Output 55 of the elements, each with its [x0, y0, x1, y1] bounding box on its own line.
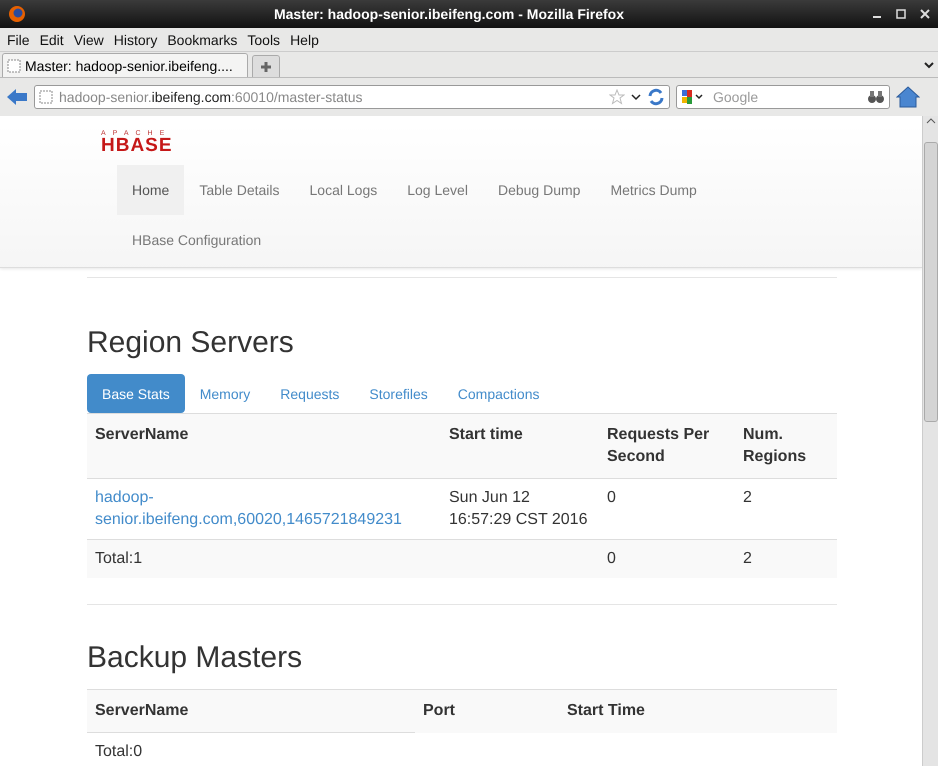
blank-page-icon	[39, 90, 53, 104]
nav-link[interactable]: Home	[117, 165, 184, 215]
menu-item[interactable]: View	[68, 32, 109, 48]
table-cell: 0	[607, 489, 616, 506]
menu-item[interactable]: Edit	[34, 32, 69, 48]
address-bar[interactable]: hadoop-senior.ibeifeng.com:60010/master-status	[34, 85, 670, 109]
menu-item[interactable]: Bookmarks	[162, 32, 242, 48]
table-cell: Total:0	[95, 743, 142, 760]
table-cell: 2	[743, 489, 752, 506]
plus-icon	[259, 60, 273, 74]
tab[interactable]: Base Stats	[87, 374, 185, 413]
nav-link[interactable]: Log Level	[392, 165, 483, 215]
column-header: ServerName	[87, 690, 415, 732]
search-field[interactable]: Google	[676, 85, 890, 109]
menu-item[interactable]: History	[108, 32, 162, 48]
tab[interactable]: Compactions	[442, 374, 554, 413]
column-header: Start Time	[559, 690, 837, 732]
tab[interactable]: Requests	[265, 374, 354, 413]
star-icon[interactable]	[609, 89, 625, 105]
scrollbar-thumb[interactable]	[924, 142, 938, 422]
menu-item[interactable]: File	[2, 32, 35, 48]
table-cell: Total:1	[95, 550, 142, 567]
blank-page-icon	[7, 58, 21, 72]
browser-tab[interactable]: Master: hadoop-senior.ibeifeng....	[2, 53, 248, 77]
section-heading: Region Servers	[87, 326, 295, 360]
window-title: Master: hadoop-senior.ibeifeng.com - Mozilla Firefox	[272, 6, 626, 22]
menu-item[interactable]: Tools	[242, 32, 286, 48]
column-header: Start time	[441, 414, 599, 478]
menu-item[interactable]: Help	[285, 32, 324, 48]
scroll-up-icon[interactable]	[926, 116, 936, 126]
chevron-down-icon[interactable]	[631, 92, 641, 102]
nav-link[interactable]: Debug Dump	[482, 165, 596, 215]
nav-link[interactable]: Metrics Dump	[595, 165, 712, 215]
close-icon[interactable]	[920, 9, 930, 19]
column-header: ServerName	[87, 414, 441, 478]
column-header: Num. Regions	[735, 414, 837, 478]
home-icon[interactable]	[896, 86, 920, 108]
nav-link[interactable]: Local Logs	[294, 165, 392, 215]
table-cell: 2	[743, 550, 752, 567]
table-cell: Sun Jun 12 16:57:29 CST 2016	[449, 489, 588, 528]
new-tab-button[interactable]	[252, 55, 280, 77]
maximize-icon[interactable]	[896, 9, 906, 19]
table-cell: 0	[607, 550, 616, 567]
nav-link[interactable]: Table Details	[184, 165, 295, 215]
nav-link[interactable]: HBase Configuration	[117, 215, 276, 265]
firefox-icon	[8, 5, 26, 23]
column-header: Requests Per Second	[599, 414, 735, 478]
section-heading: Backup Masters	[87, 641, 304, 675]
binoculars-icon[interactable]	[867, 89, 885, 105]
back-arrow-icon[interactable]	[6, 87, 28, 107]
tab[interactable]: Storefiles	[354, 374, 443, 413]
tab[interactable]: Memory	[184, 374, 266, 413]
server-link[interactable]: hadoop-senior.ibeifeng.com,60020,1465721849231	[95, 487, 433, 531]
reload-icon[interactable]	[647, 88, 665, 106]
column-header: Port	[415, 690, 559, 732]
